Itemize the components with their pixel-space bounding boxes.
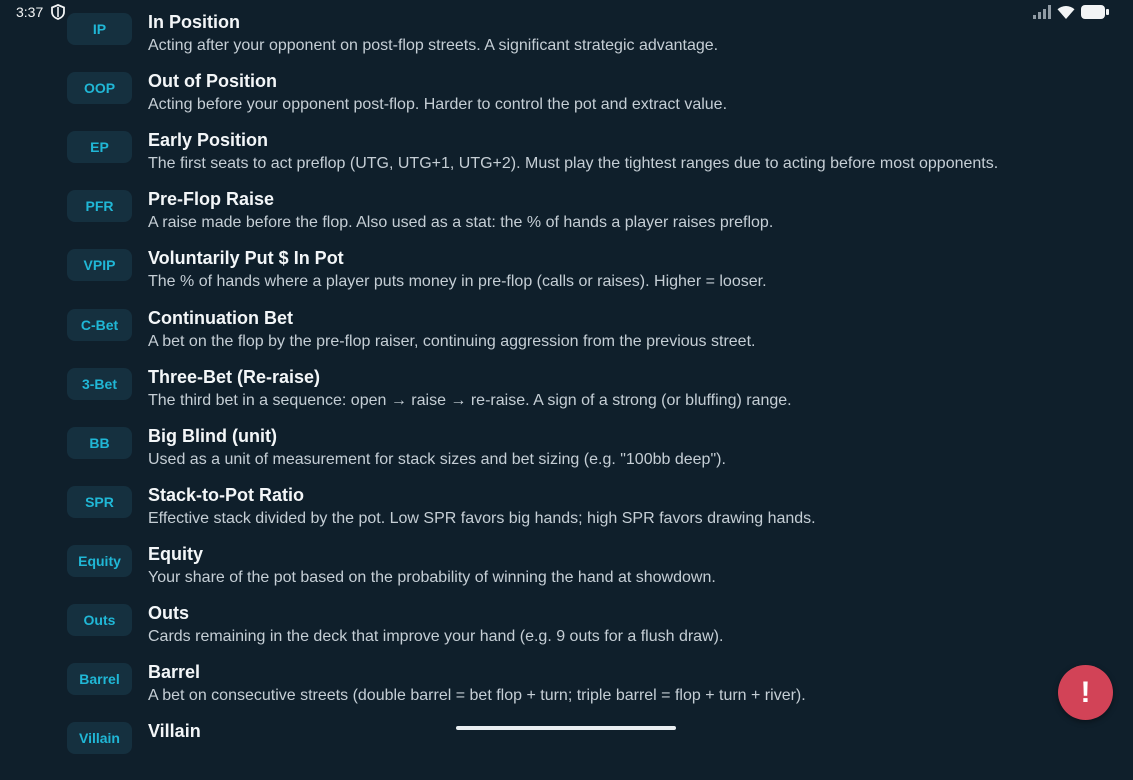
term-description: Cards remaining in the deck that improve… — [148, 628, 724, 645]
home-indicator[interactable] — [456, 726, 676, 730]
status-time: 3:37 — [16, 4, 44, 20]
battery-icon — [1081, 5, 1109, 19]
term-title: Outs — [148, 603, 190, 623]
term-title: Stack-to-Pot Ratio — [148, 484, 305, 505]
term-description: The % of hands where a player puts money… — [148, 273, 767, 291]
abbreviation-badge: OOP — [67, 72, 132, 105]
term-description: Your share of the pot based on the proba… — [148, 568, 716, 586]
term-description: A raise made before the flop. Also used … — [148, 214, 774, 232]
term-description: Acting after your opponent on post-flop … — [148, 37, 719, 54]
abbreviation-badge: Outs — [67, 604, 132, 636]
glossary-item: EP Early Position The first seats to act p… — [0, 130, 1133, 189]
status-bar: 3:37 — [0, 0, 1133, 24]
abbreviation-badge: BB — [67, 426, 132, 459]
term-description: A bet on consecutive streets (double bar… — [148, 687, 806, 705]
term-description: A bet on the flop by the pre-flop raiser… — [148, 332, 756, 350]
glossary-item: Villain Villain — [0, 721, 1133, 780]
term-title: Early Position — [148, 130, 269, 151]
term-title: Villain — [148, 721, 201, 742]
exclamation-icon: ! — [1080, 675, 1091, 709]
abbreviation-badge: Villain — [67, 722, 132, 755]
term-title: Out of Position — [148, 71, 277, 92]
glossary-item: Outs Outs Cards remaining in the deck that… — [0, 603, 1133, 662]
glossary-item: 3-Bet Three-Bet (Re-raise) The third bet i… — [0, 367, 1133, 426]
abbreviation-badge: EP — [67, 131, 132, 164]
term-title: Equity — [148, 543, 204, 564]
term-description: The third bet in a sequence: open → rais… — [148, 391, 792, 409]
abbreviation-badge: Equity — [67, 544, 132, 577]
term-title: Big Blind (unit) — [148, 425, 277, 446]
wifi-icon — [1057, 5, 1075, 19]
term-title: Three-Bet (Re-raise) — [148, 366, 321, 387]
abbreviation-badge: Barrel — [67, 663, 132, 696]
glossary-item: SPR Stack-to-Pot Ratio Effective stack div… — [0, 485, 1133, 544]
glossary-item: Barrel Barrel A bet on consecutive streets… — [0, 662, 1133, 721]
abbreviation-badge: C-Bet — [67, 308, 132, 341]
term-description: The first seats to act preflop (UTG, UTG… — [148, 155, 999, 173]
abbreviation-badge: VPIP — [67, 249, 132, 282]
glossary-item: OOP Out of Position Acting before your opp… — [0, 71, 1133, 130]
status-icons — [1033, 4, 1109, 20]
glossary-item: PFR Pre-Flop Raise A raise made before the… — [0, 189, 1133, 248]
term-description: Effective stack divided by the pot. Low … — [148, 509, 816, 527]
glossary-item: VPIP Voluntarily Put $ In Pot The % of han… — [0, 248, 1133, 307]
term-title: Pre-Flop Raise — [148, 189, 275, 210]
abbreviation-badge: SPR — [67, 485, 132, 518]
abbreviation-badge: 3-Bet — [67, 367, 132, 400]
abbreviation-badge: PFR — [67, 190, 132, 223]
glossary-item: C-Bet Continuation Bet A bet on the flop b… — [0, 308, 1133, 367]
glossary-item: BB Big Blind (unit) Used as a unit of meas… — [0, 426, 1133, 485]
term-title: Barrel — [148, 662, 201, 683]
term-description: Acting before your opponent post-flop. H… — [148, 96, 728, 114]
cellular-signal-icon — [1033, 5, 1051, 19]
shield-icon — [50, 4, 66, 20]
term-title: Continuation Bet — [148, 307, 293, 328]
glossary-item: Equity Equity Your share of the pot based … — [0, 544, 1133, 603]
report-button[interactable]: ! — [1058, 665, 1113, 720]
term-description: Used as a unit of measurement for stack … — [148, 450, 726, 468]
term-title: Voluntarily Put $ In Pot — [148, 248, 344, 269]
